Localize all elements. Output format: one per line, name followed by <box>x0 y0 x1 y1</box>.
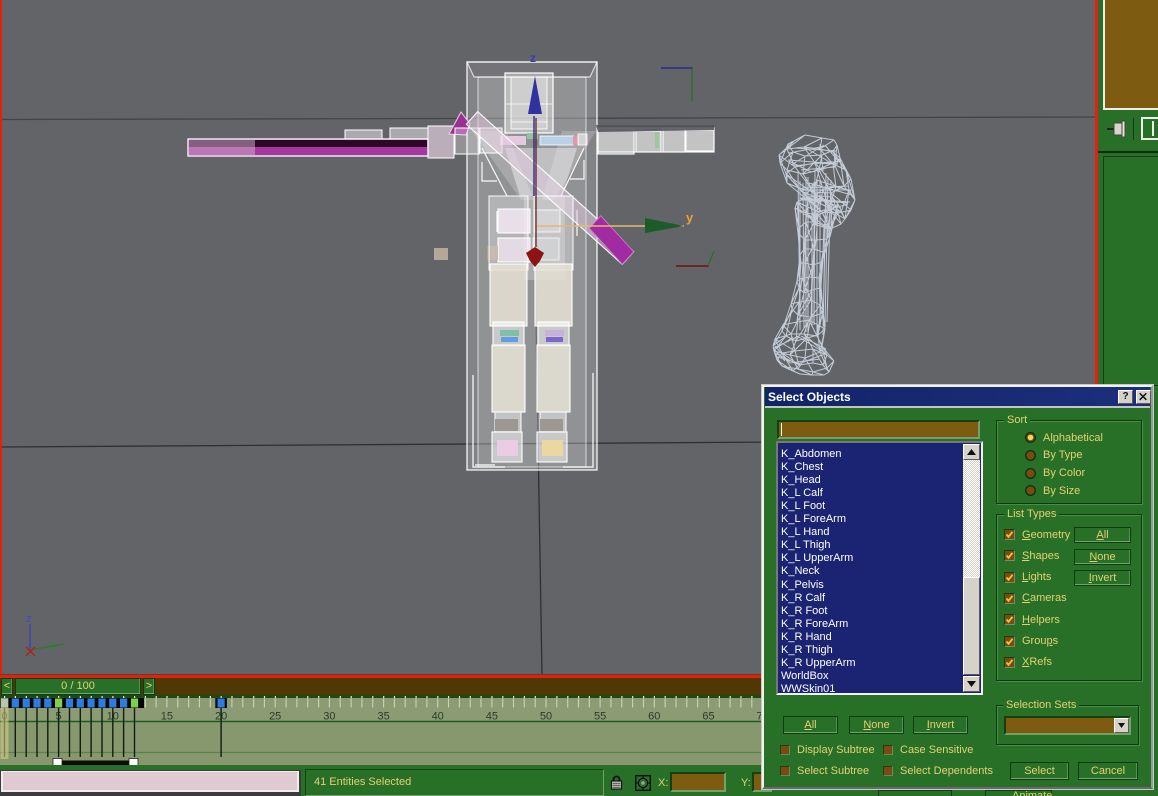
svg-text:z: z <box>26 613 32 625</box>
svg-text:y: y <box>686 210 694 225</box>
svg-text:z: z <box>530 51 536 65</box>
